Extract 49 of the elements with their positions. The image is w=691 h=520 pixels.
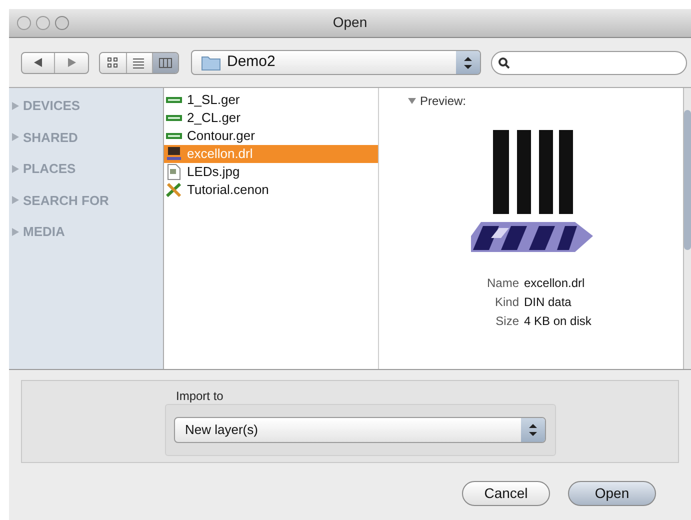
close-icon[interactable] (17, 16, 31, 30)
folder-icon (201, 54, 221, 70)
import-label: Import to (176, 388, 224, 405)
info-value: excellon.drl (524, 275, 585, 292)
file-type-icon (166, 131, 182, 141)
search-field[interactable] (491, 50, 687, 74)
info-value: 4 KB on disk (524, 313, 592, 330)
preview-heading: Preview: (420, 93, 466, 110)
file-type-icon (166, 147, 182, 161)
stepper-icon (464, 56, 472, 68)
file-row[interactable]: 1_SL.ger (164, 91, 378, 109)
file-row[interactable]: Tutorial.cenon (164, 181, 378, 199)
zoom-icon[interactable] (55, 16, 69, 30)
columns-icon (159, 56, 172, 68)
tools-icon (166, 182, 182, 198)
dialog-button[interactable]: Open (568, 481, 656, 506)
file-type-icon (166, 113, 182, 123)
stepper-icon (529, 424, 537, 436)
grid-icon (106, 56, 120, 68)
document-icon (167, 164, 181, 180)
forward-icon (68, 58, 76, 67)
disclosure-triangle-icon[interactable] (12, 133, 19, 142)
file-row[interactable]: Contour.ger (164, 127, 378, 145)
view-mode-button[interactable] (100, 52, 126, 72)
disclosure-triangle-icon[interactable] (12, 196, 19, 204)
view-mode-button[interactable] (126, 52, 152, 72)
dialog-button[interactable]: Cancel (462, 481, 550, 506)
view-mode-button[interactable] (152, 52, 178, 72)
disclosure-triangle-icon[interactable] (12, 228, 19, 236)
location-name: Demo2 (227, 52, 276, 72)
info-label: Kind (494, 294, 519, 311)
list-icon (133, 56, 146, 68)
minimize-icon[interactable] (36, 16, 50, 30)
disclosure-triangle-icon[interactable] (12, 102, 19, 110)
scrollbar-thumb[interactable] (684, 110, 691, 250)
file-row[interactable]: LEDs.jpg (164, 163, 378, 181)
back-icon (34, 58, 42, 67)
disclosure-triangle-icon[interactable] (408, 97, 416, 105)
disclosure-triangle-icon[interactable] (12, 164, 19, 173)
import-popup[interactable]: New layer(s) (174, 417, 546, 443)
window-title: Open (332, 14, 368, 30)
info-label: Size (494, 313, 519, 330)
info-label: Name (486, 275, 519, 292)
file-type-icon (166, 95, 182, 105)
search-icon (498, 56, 510, 68)
import-value: New layer(s) (185, 421, 258, 440)
info-value: DIN data (524, 294, 572, 311)
file-row[interactable]: 2_CL.ger (164, 109, 378, 127)
location-popup[interactable]: Demo2 (191, 50, 481, 75)
